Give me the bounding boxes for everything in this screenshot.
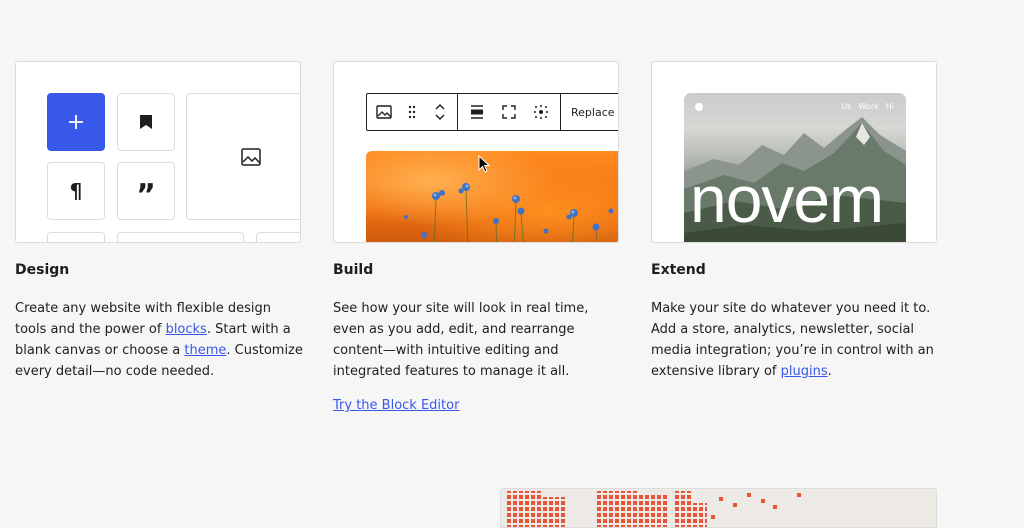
drag-handle[interactable] xyxy=(403,103,421,121)
toolbar-group xyxy=(458,94,561,130)
site-nav: Us Work Hi xyxy=(841,102,894,111)
next-section-preview xyxy=(500,488,937,528)
quote-block-tile[interactable]: ” xyxy=(117,162,175,220)
image-icon xyxy=(241,147,261,166)
drag-handle-icon xyxy=(408,105,416,119)
paragraph-block-tile[interactable]: ¶ xyxy=(47,162,105,220)
fullscreen-button[interactable] xyxy=(500,103,518,121)
image-icon xyxy=(376,105,392,119)
design-preview-card: ¶ ” xyxy=(15,61,301,243)
site-nav-item: Hi xyxy=(885,102,894,111)
bookmark-block-tile[interactable] xyxy=(117,93,175,151)
site-theme-preview: Us Work Hi novem xyxy=(684,93,906,242)
block-tile[interactable] xyxy=(256,232,300,242)
focal-point-icon xyxy=(534,105,548,119)
build-description: See how your site will look in real time… xyxy=(333,301,589,379)
site-logo-dot xyxy=(695,103,703,111)
fullscreen-icon xyxy=(502,105,516,119)
flower-field-image xyxy=(366,151,618,242)
align-button[interactable] xyxy=(468,103,486,121)
toolbar-group xyxy=(367,94,458,130)
pixel-pattern-illustration xyxy=(505,491,801,527)
design-heading: Design xyxy=(15,262,70,278)
try-block-editor-link[interactable]: Try the Block Editor xyxy=(333,398,459,413)
block-tile[interactable] xyxy=(117,232,244,242)
flowers-illustration xyxy=(404,183,614,242)
image-block-switcher[interactable] xyxy=(375,103,393,121)
build-preview-card: Replace xyxy=(333,61,619,243)
theme-link[interactable]: theme xyxy=(184,343,226,358)
site-nav-item: Work xyxy=(858,102,879,111)
mouse-pointer-icon xyxy=(478,155,490,173)
extend-column: Extend Make your site do whatever you ne… xyxy=(651,262,941,382)
move-up-down-icon xyxy=(435,104,445,120)
bookmark-icon xyxy=(140,115,152,129)
plugins-link[interactable]: plugins xyxy=(781,364,828,379)
build-heading: Build xyxy=(333,262,374,278)
site-hero-word: novem xyxy=(690,162,884,236)
extend-description: Make your site do whatever you need it t… xyxy=(651,301,934,379)
site-nav-item: Us xyxy=(841,102,852,111)
add-block-button[interactable] xyxy=(47,93,105,151)
align-icon xyxy=(471,105,483,119)
move-up-down-button[interactable] xyxy=(431,103,449,121)
focal-point-button[interactable] xyxy=(532,103,550,121)
pilcrow-icon: ¶ xyxy=(69,179,83,203)
block-tile[interactable] xyxy=(47,232,105,242)
extend-preview-card: Us Work Hi novem xyxy=(651,61,937,243)
blocks-link[interactable]: blocks xyxy=(166,322,207,337)
replace-button[interactable]: Replace xyxy=(569,106,617,119)
build-column: Build See how your site will look in rea… xyxy=(333,262,623,413)
design-column: Design Create any website with flexible … xyxy=(15,262,305,382)
quote-icon: ” xyxy=(136,178,156,213)
design-description: Create any website with flexible design … xyxy=(15,301,303,379)
block-toolbar: Replace xyxy=(366,93,618,131)
image-block-tile[interactable] xyxy=(186,93,300,220)
extend-heading: Extend xyxy=(651,262,706,278)
plus-icon xyxy=(69,115,83,129)
toolbar-group: Replace xyxy=(561,94,618,130)
